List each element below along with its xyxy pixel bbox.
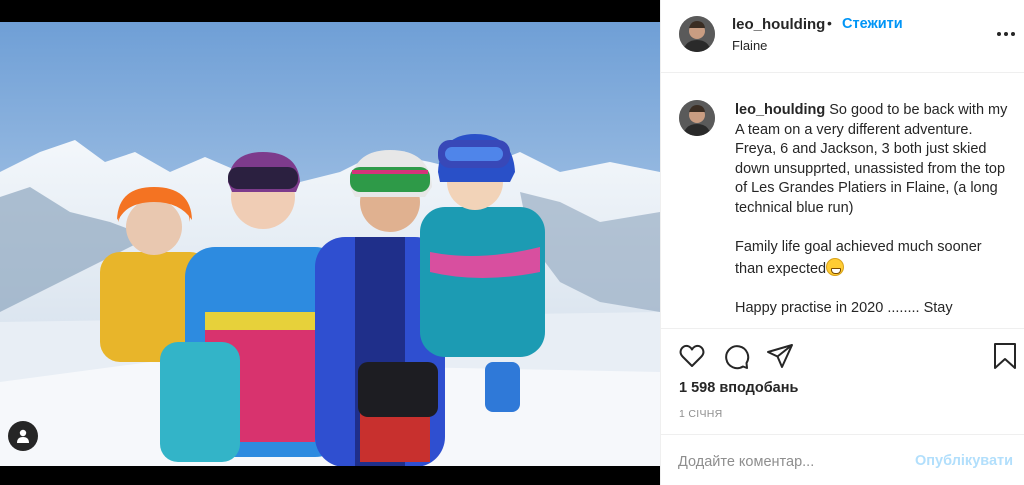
post-header: leo_houlding • Стежити Flaine [661,0,1024,73]
post-actions: 1 598 вподобань 1 СІЧНЯ [661,328,1024,434]
post-caption: leo_houlding So good to be back with my … [735,101,1010,319]
publish-comment-button[interactable]: Опублікувати [915,453,1013,469]
avatar[interactable] [679,100,715,136]
user-tag-icon[interactable] [8,421,38,451]
avatar[interactable] [679,16,715,52]
grinning-emoji-icon [826,257,845,276]
follow-button[interactable]: Стежити [842,16,903,32]
caption-username[interactable]: leo_houlding [735,102,825,118]
comment-input[interactable] [678,451,908,473]
bookmark-icon[interactable] [991,342,1019,370]
caption-text: Freya, 6 and Jackson, 3 both just skied … [735,141,1006,216]
comment-icon[interactable] [722,342,750,370]
header-separator: • [827,15,832,31]
caption-text: Happy practise in 2020 ........ Stay [735,299,953,316]
post-photo[interactable] [0,22,660,466]
heart-icon[interactable] [678,342,706,370]
caption-area: leo_houlding So good to be back with my … [661,74,1024,328]
more-options-icon[interactable] [997,27,1015,39]
share-icon[interactable] [766,342,794,370]
caption-text: Family life goal achieved much sooner th… [735,239,982,277]
likes-count[interactable]: 1 598 вподобань [679,380,798,396]
location-link[interactable]: Flaine [732,38,767,53]
post-media [0,0,660,485]
post-side-panel: leo_houlding • Стежити Flaine leo_houldi… [660,0,1024,485]
post-date[interactable]: 1 СІЧНЯ [679,408,723,420]
header-username[interactable]: leo_houlding [732,16,825,33]
comment-bar: Опублікувати [661,434,1024,485]
